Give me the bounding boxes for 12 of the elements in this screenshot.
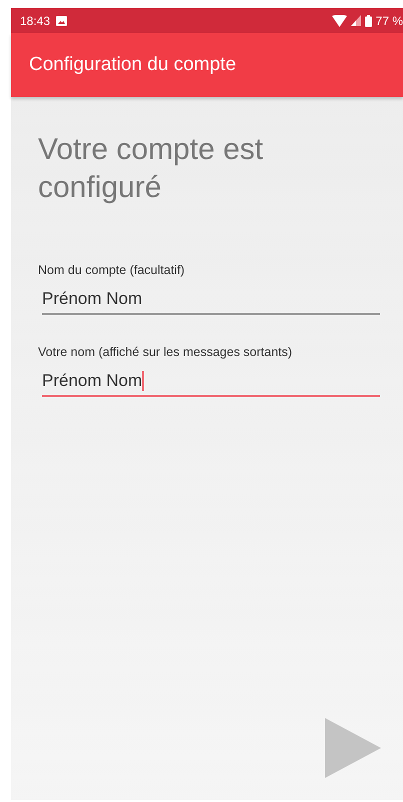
field-label: Votre nom (affiché sur les messages sortants)	[38, 345, 294, 359]
image-notification-icon	[56, 16, 68, 26]
signal-icon	[350, 15, 361, 26]
text-field[interactable]: Prénom Nom	[42, 289, 380, 315]
app-bar-title: Configuration du compte	[29, 54, 236, 76]
text-field[interactable]: Prénom Nom	[42, 371, 380, 397]
status-time: 18:43	[20, 14, 50, 28]
battery-icon	[364, 14, 372, 26]
page-heading: Votre compte est configuré	[38, 132, 264, 206]
field-label: Nom du compte (facultatif)	[38, 263, 186, 277]
wifi-icon	[332, 14, 347, 26]
battery-percent: 77 %	[376, 14, 403, 28]
